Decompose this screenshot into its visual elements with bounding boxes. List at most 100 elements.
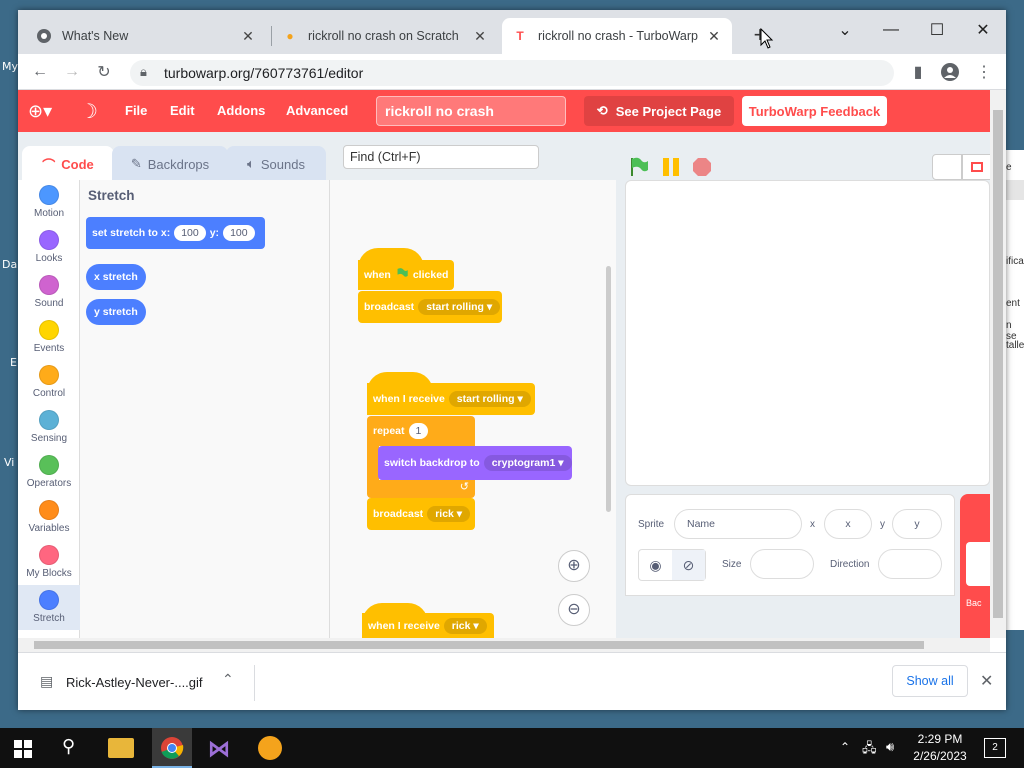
clock-time[interactable]: 2:29 PM (912, 732, 968, 746)
when-flag-clicked-hat[interactable]: when clicked (358, 260, 454, 290)
desktop-label: Vi (4, 456, 15, 469)
stage-target-pane[interactable]: Bac (960, 494, 990, 638)
reload-icon[interactable]: ↻ (92, 60, 116, 84)
scratch-cat-icon[interactable] (258, 736, 282, 760)
message-dropdown[interactable]: start rolling ▾ (448, 391, 531, 407)
chevron-up-icon[interactable]: ⌃ (222, 671, 234, 688)
backdrop-dropdown[interactable]: cryptogram1 ▾ (483, 455, 572, 471)
menu-edit[interactable]: Edit (170, 103, 195, 118)
category-sound[interactable]: Sound (18, 270, 80, 315)
sprite-x-input[interactable]: x (824, 509, 872, 539)
tab-whats-new[interactable]: What's New ✕ (26, 18, 266, 54)
category-motion[interactable]: Motion (18, 180, 80, 225)
maximize-button[interactable]: ☐ (914, 16, 960, 44)
message-dropdown[interactable]: start rolling ▾ (418, 299, 501, 315)
category-looks[interactable]: Looks (18, 225, 80, 270)
clock-date[interactable]: 2/26/2023 (912, 749, 968, 763)
close-icon[interactable]: ✕ (472, 28, 488, 45)
feedback-button[interactable]: TurboWarp Feedback (742, 96, 887, 126)
find-input[interactable]: Find (Ctrl+F) (343, 145, 539, 169)
pause-icon[interactable] (661, 157, 681, 180)
message-dropdown[interactable]: rick ▾ (427, 506, 471, 522)
category-control[interactable]: Control (18, 360, 80, 405)
stage-canvas[interactable] (625, 180, 990, 486)
tab-scratch[interactable]: ● rickroll no crash on Scratch ✕ (272, 18, 498, 54)
category-sensing[interactable]: Sensing (18, 405, 80, 450)
minimize-button[interactable]: — (868, 16, 914, 44)
when-i-receive-hat[interactable]: when I receive rick ▾ (362, 613, 494, 638)
close-window-button[interactable]: ✕ (960, 16, 1006, 44)
menu-addons[interactable]: Addons (217, 103, 265, 118)
stretch-y-input[interactable]: 100 (223, 225, 255, 241)
close-icon[interactable]: ✕ (706, 28, 722, 45)
repeat-block[interactable]: repeat 1 (367, 416, 475, 446)
tab-title: rickroll no crash - TurboWarp (538, 29, 698, 43)
search-icon[interactable]: ⚲ (62, 736, 75, 757)
project-title-input[interactable]: rickroll no crash (376, 96, 566, 126)
x-stretch-reporter[interactable]: x stretch (86, 264, 146, 290)
set-stretch-block[interactable]: set stretch to x: 100 y: 100 (86, 217, 265, 249)
forward-arrow-icon[interactable]: → (60, 60, 84, 84)
visual-studio-icon[interactable]: ⋈ (208, 736, 230, 762)
sprite-size-input[interactable] (750, 549, 814, 579)
windows-start-icon[interactable] (14, 740, 32, 761)
notification-center-icon[interactable]: 2 (984, 738, 1006, 758)
close-icon[interactable]: ✕ (980, 671, 993, 691)
link-icon: ⟲ (596, 103, 608, 118)
tab-search-chevron-icon[interactable]: ⌄ (822, 16, 868, 44)
switch-backdrop-block[interactable]: switch backdrop to cryptogram1 ▾ (378, 446, 572, 480)
horizontal-scrollbar[interactable] (18, 638, 990, 652)
script-workspace[interactable]: when clicked broadcast start rolling ▾ w… (330, 180, 616, 638)
menu-advanced[interactable]: Advanced (286, 103, 348, 118)
stretch-x-input[interactable]: 100 (174, 225, 206, 241)
y-stretch-reporter[interactable]: y stretch (86, 299, 146, 325)
sprite-name-input[interactable]: Name (674, 509, 802, 539)
stop-icon[interactable] (692, 157, 712, 180)
broadcast-block[interactable]: broadcast rick ▾ (367, 498, 475, 530)
menu-kebab-icon[interactable]: ⋮ (972, 60, 996, 84)
file-explorer-icon[interactable] (108, 738, 134, 758)
green-flag-icon[interactable] (628, 156, 650, 181)
network-icon[interactable]: 🖧︎ (862, 739, 877, 761)
theme-moon-icon[interactable]: ☽ (80, 99, 98, 124)
tab-sounds[interactable]: 🔈︎ Sounds (226, 146, 326, 182)
globe-language-icon[interactable]: ⊕▾ (28, 101, 52, 122)
sprite-direction-input[interactable] (878, 549, 942, 579)
small-stage-button[interactable] (932, 154, 962, 180)
category-operators[interactable]: Operators (18, 450, 80, 495)
back-arrow-icon[interactable]: ← (28, 60, 52, 84)
address-bar[interactable]: 🔒︎ turbowarp.org/760773761/editor (130, 60, 894, 86)
category-stretch[interactable]: Stretch (18, 585, 80, 630)
category-variables[interactable]: Variables (18, 495, 80, 540)
sidebar-icon[interactable]: ▮ (906, 60, 930, 84)
when-i-receive-hat[interactable]: when I receive start rolling ▾ (367, 383, 535, 415)
zoom-out-icon[interactable]: ⊖ (558, 594, 590, 626)
see-project-page-button[interactable]: ⟲ See Project Page (584, 96, 734, 126)
broadcast-block[interactable]: broadcast start rolling ▾ (358, 291, 502, 323)
tab-backdrops[interactable]: ✎ Backdrops (112, 146, 228, 182)
eye-hidden-icon[interactable]: ⊘ (672, 550, 705, 580)
eye-icon[interactable]: ◉ (639, 550, 672, 580)
repeat-count-input[interactable]: 1 (408, 423, 429, 439)
profile-avatar-icon[interactable] (938, 60, 962, 84)
zoom-in-icon[interactable]: ⊕ (558, 550, 590, 582)
workspace-scrollbar[interactable] (606, 266, 611, 512)
tab-code[interactable]: ⌒ Code (22, 146, 114, 182)
show-all-button[interactable]: Show all (892, 665, 968, 697)
chrome-taskbar-button[interactable] (152, 728, 192, 768)
category-events[interactable]: Events (18, 315, 80, 360)
vertical-scrollbar[interactable] (990, 90, 1006, 638)
desktop-label: Da (2, 258, 18, 271)
download-item[interactable]: Rick-Astley-Never-....gif (66, 675, 203, 690)
chevron-up-icon[interactable]: ⌃ (840, 740, 850, 754)
tab-turbowarp[interactable]: T rickroll no crash - TurboWarp ✕ (502, 18, 732, 54)
large-stage-button[interactable] (962, 154, 992, 180)
volume-icon[interactable]: 🔊︎ (886, 739, 894, 755)
sprite-list (625, 596, 955, 638)
sprite-y-input[interactable]: y (892, 509, 942, 539)
menu-file[interactable]: File (125, 103, 147, 118)
message-dropdown[interactable]: rick ▾ (443, 617, 487, 634)
tab-title: rickroll no crash on Scratch (308, 29, 459, 43)
close-icon[interactable]: ✕ (240, 28, 256, 45)
category-my-blocks[interactable]: My Blocks (18, 540, 80, 585)
